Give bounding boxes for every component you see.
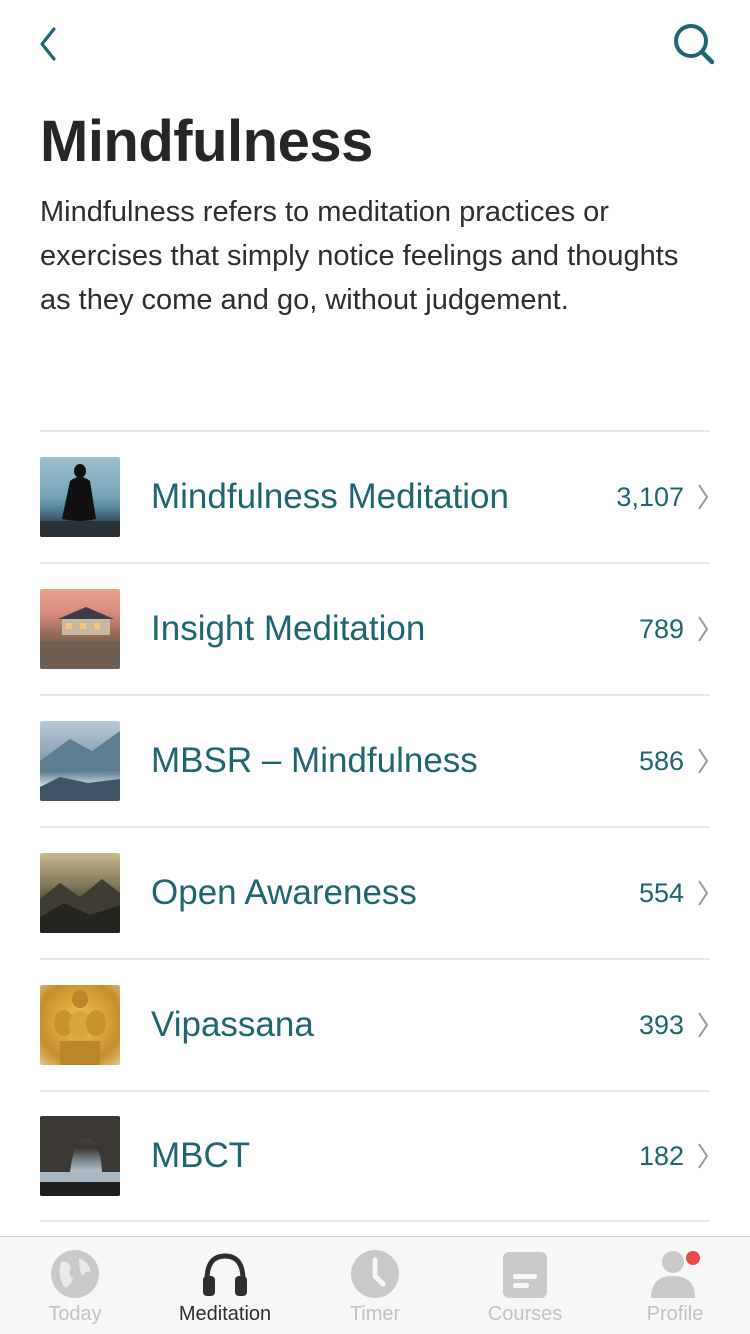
chevron-right-icon	[698, 880, 709, 906]
chevron-right-icon	[698, 748, 709, 774]
list-item-label: Open Awareness	[151, 873, 417, 912]
list-item-label: Vipassana	[151, 1005, 314, 1044]
tab-label: Meditation	[178, 1303, 272, 1325]
tab-label: Timer	[349, 1303, 401, 1325]
list-item-label: MBSR – Mindfulness	[151, 741, 478, 780]
tab-label: Courses	[487, 1303, 563, 1325]
thumbnail-image	[40, 985, 120, 1065]
tab-profile[interactable]: Profile	[600, 1237, 750, 1334]
list-item[interactable]: Open Awareness 554	[40, 826, 710, 958]
thumbnail-image	[40, 853, 120, 933]
list-item-count: 393	[638, 1009, 684, 1040]
list-item-count: 182	[638, 1140, 684, 1171]
list-item-count: 3,107	[616, 481, 684, 512]
clock-icon	[348, 1247, 402, 1301]
thumbnail-image	[40, 457, 120, 537]
list-item-count: 554	[638, 877, 684, 908]
list-item[interactable]: Vipassana 393	[40, 958, 710, 1090]
thumbnail-image	[40, 721, 120, 801]
list-item[interactable]: Insight Meditation 789	[40, 562, 710, 694]
chevron-right-icon	[698, 616, 709, 642]
tab-courses[interactable]: Courses	[450, 1237, 600, 1334]
list-item-label: Insight Meditation	[151, 609, 426, 648]
category-list: Mindfulness Meditation 3,107 Insight Med…	[40, 430, 710, 1222]
chevron-left-icon	[40, 27, 56, 61]
list-item-count: 789	[638, 613, 684, 644]
search-icon	[674, 24, 715, 65]
back-button[interactable]	[30, 24, 66, 64]
page: Mindfulness Mindfulness refers to medita…	[0, 0, 750, 1334]
tab-bar: Today Meditation Timer Courses Profile	[0, 1236, 750, 1334]
page-title: Mindfulness	[40, 109, 373, 174]
tab-label: Today	[48, 1303, 102, 1325]
thumbnail-image	[40, 1116, 120, 1196]
chevron-right-icon	[698, 1012, 709, 1038]
search-button[interactable]	[670, 20, 718, 68]
list-item[interactable]: Mindfulness Meditation 3,107	[40, 430, 710, 562]
headphones-icon	[198, 1247, 252, 1301]
list-item-label: Mindfulness Meditation	[151, 477, 509, 516]
page-description: Mindfulness refers to meditation practic…	[40, 196, 679, 316]
globe-icon	[48, 1247, 102, 1301]
list-item-label: MBCT	[151, 1136, 251, 1175]
profile-icon	[648, 1247, 702, 1301]
thumbnail-image	[40, 589, 120, 669]
tab-today[interactable]: Today	[0, 1237, 150, 1334]
tab-label: Profile	[646, 1303, 704, 1325]
tab-meditation[interactable]: Meditation	[150, 1237, 300, 1334]
chevron-right-icon	[698, 1143, 709, 1169]
list-item[interactable]: MBSR – Mindfulness 586	[40, 694, 710, 826]
courses-icon	[498, 1247, 552, 1301]
chevron-right-icon	[698, 484, 709, 510]
tab-timer[interactable]: Timer	[300, 1237, 450, 1334]
list-item[interactable]: MBCT 182	[40, 1090, 710, 1222]
list-item-count: 586	[638, 745, 684, 776]
notification-badge	[686, 1251, 700, 1265]
